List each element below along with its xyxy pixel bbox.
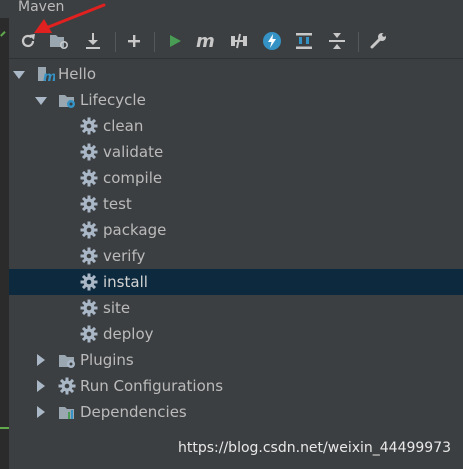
gear-icon [80,195,98,213]
toggle-offline-button[interactable] [228,30,250,52]
expand-arrow-icon[interactable] [35,97,47,105]
execute-goal-icon: m [196,32,215,50]
run-button[interactable] [164,30,186,52]
toolbar-separator [358,32,359,52]
gutter-marker [0,427,9,429]
goal-label: validate [103,143,164,161]
gear-icon [80,117,98,135]
lifecycle-goal-validate[interactable]: validate [9,139,463,165]
tree-node-lifecycle[interactable]: Lifecycle [9,87,463,113]
svg-text:m: m [43,70,55,83]
reload-all-icon [21,34,35,48]
dependencies-label: Dependencies [80,403,187,421]
collapsed-arrow-icon[interactable] [37,380,45,392]
left-gutter [0,18,10,469]
plugins-label: Plugins [80,351,134,369]
gear-icon [80,299,98,317]
show-dependencies-icon [296,33,312,49]
maven-module-icon: m [38,67,55,83]
lifecycle-goal-package[interactable]: package [9,217,463,243]
execute-maven-goal-button[interactable]: m [195,30,217,52]
lifecycle-goal-deploy[interactable]: deploy [9,321,463,347]
watermark-text: https://blog.csdn.net/weixin_44499973 [178,440,452,456]
gear-icon [80,273,98,291]
maven-toolbar: m [9,24,463,59]
skip-tests-icon [263,32,281,50]
goal-label: package [103,221,167,239]
run-icon [170,35,181,47]
maven-project-tree: m Hello Lifecycle clean validate compile… [9,59,463,469]
toggle-offline-icon [231,33,247,49]
show-dependencies-button[interactable] [293,30,315,52]
collapse-all-icon [329,33,345,49]
collapsed-arrow-icon[interactable] [37,406,45,418]
generate-sources-button[interactable] [48,30,70,52]
lifecycle-goal-site[interactable]: site [9,295,463,321]
goal-label: compile [103,169,163,187]
generate-sources-icon [50,35,69,50]
svg-text:m: m [196,32,215,50]
expand-arrow-icon[interactable] [13,71,25,79]
collapsed-arrow-icon[interactable] [37,354,45,366]
gear-icon [80,325,98,343]
tree-node-run-configurations[interactable]: Run Configurations [9,373,463,399]
toolbar-separator [154,32,155,52]
maven-settings-button[interactable] [367,30,389,52]
add-maven-project-button[interactable] [123,30,145,52]
lifecycle-goal-install[interactable]: install [9,269,463,295]
goal-label: test [103,195,132,213]
toolbar-separator [115,32,116,52]
lifecycle-goal-verify[interactable]: verify [9,243,463,269]
plugins-folder-icon [59,355,75,368]
tree-node-dependencies[interactable]: Dependencies [9,399,463,425]
run-configurations-label: Run Configurations [80,377,224,395]
gear-icon [80,247,98,265]
gear-icon [58,377,76,395]
skip-tests-button[interactable] [261,30,283,52]
lifecycle-goal-test[interactable]: test [9,191,463,217]
dependencies-folder-icon [59,407,74,419]
goal-label: deploy [103,325,154,343]
lifecycle-goal-compile[interactable]: compile [9,165,463,191]
download-icon [86,33,100,49]
goal-label: clean [103,117,144,135]
gear-icon [80,221,98,239]
settings-wrench-icon [370,33,386,49]
gear-icon [80,143,98,161]
goal-label: verify [103,247,146,265]
lifecycle-folder-icon [59,95,75,108]
lifecycle-label: Lifecycle [80,91,146,109]
project-label: Hello [58,65,97,83]
add-icon [128,35,140,47]
reload-all-button[interactable] [17,30,39,52]
collapse-all-button[interactable] [326,30,348,52]
lifecycle-goal-clean[interactable]: clean [9,113,463,139]
download-sources-button[interactable] [82,30,104,52]
goal-label: site [103,299,131,317]
goal-label: install [103,273,148,291]
gear-icon [80,169,98,187]
tree-node-plugins[interactable]: Plugins [9,347,463,373]
tree-node-project[interactable]: m Hello [9,61,463,87]
